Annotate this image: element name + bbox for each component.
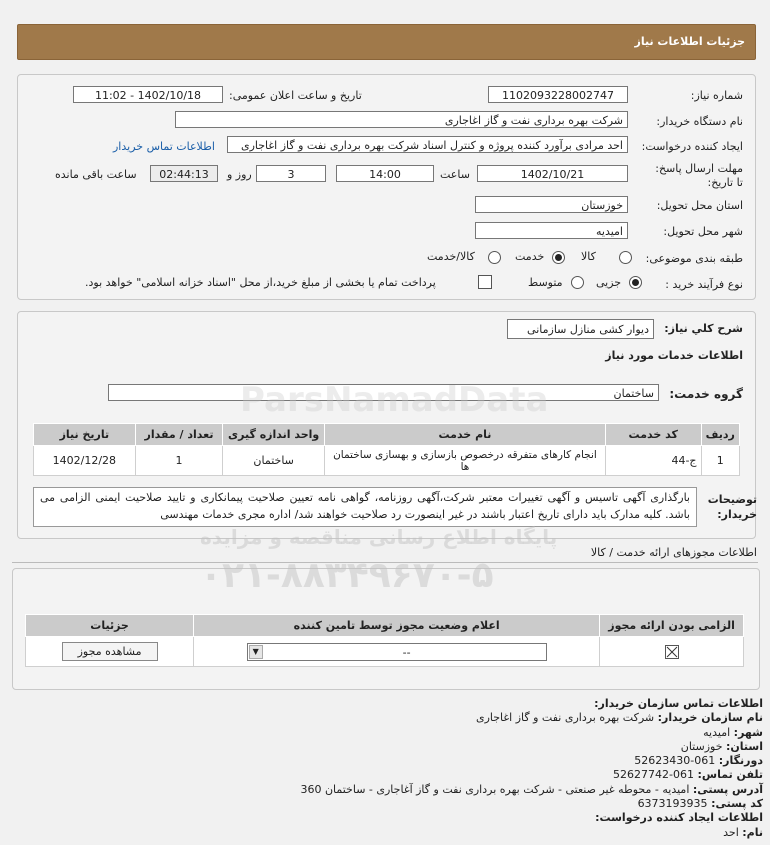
category-service-radio[interactable]	[552, 251, 565, 264]
need-number-label: شماره نیاز:	[690, 89, 743, 102]
day-suffix-label: روز و	[227, 168, 252, 181]
cell-date: 1402/12/28	[33, 445, 136, 476]
fax-label: دورنگار:	[718, 754, 763, 768]
col-code: کد خدمت	[604, 423, 702, 446]
deadline-date-field: 1402/10/21	[477, 165, 628, 182]
cell-permit-details: مشاهده مجوز	[24, 636, 195, 667]
contact-city-label: شهر:	[733, 725, 763, 739]
contact-city-value: امیدیه	[703, 725, 731, 739]
category-goods-label: کالا	[581, 250, 596, 263]
contact-section: اطلاعات تماس سازمان خریدار: نام سازمان خ…	[300, 697, 763, 840]
deadline-label: مهلت ارسال پاسخ: تا تاریخ:	[655, 162, 743, 189]
service-group-field: ساختمان	[108, 384, 659, 401]
process-medium-radio[interactable]	[571, 276, 584, 289]
cell-unit: ساختمان	[222, 445, 325, 476]
days-field: 3	[256, 165, 326, 182]
services-table-header: ردیف کد خدمت نام خدمت واحد اندازه گیری ت…	[33, 423, 741, 446]
cell-permit-required	[599, 636, 744, 667]
announce-label: تاریخ و ساعت اعلان عمومی:	[229, 89, 362, 102]
postal-label: کد پستی:	[711, 797, 763, 811]
col-name: نام خدمت	[324, 423, 606, 446]
permit-status-value: --	[402, 645, 411, 659]
cell-permit-status: -- ▼	[193, 636, 601, 667]
need-info-panel	[17, 74, 756, 300]
phone-label: تلفن تماس:	[697, 768, 763, 782]
cell-quantity: 1	[134, 445, 224, 476]
creator-name-label: نام:	[742, 825, 763, 839]
col-permit-details: جزئیات	[24, 614, 195, 637]
page-header: جزئیات اطلاعات نیاز	[17, 24, 756, 60]
permits-table: الزامی بودن ارائه مجوز اعلام وضعیت مجوز …	[24, 614, 744, 667]
summary-label: شرح کلي نیاز:	[664, 322, 743, 335]
phone-value: 061-52627742	[613, 768, 695, 782]
province-field: خوزستان	[475, 196, 628, 213]
process-label: نوع فرآیند خرید :	[665, 278, 743, 291]
treasury-payment-checkbox[interactable]	[478, 275, 492, 289]
process-partial-radio[interactable]	[629, 276, 642, 289]
category-service-label: خدمت	[515, 250, 545, 263]
org-value: شرکت بهره برداری نفت و گاز اغاجاری	[475, 711, 655, 725]
city-label: شهر محل تحویل:	[663, 225, 743, 238]
creator-label: ایجاد کننده درخواست:	[641, 140, 743, 153]
permit-required-checkbox-icon	[664, 644, 679, 659]
permits-table-header: الزامی بودن ارائه مجوز اعلام وضعیت مجوز …	[24, 614, 744, 637]
creator-field: احد مرادی برآورد کننده پروژه و کنترل اسن…	[227, 136, 628, 153]
address-value: امیدیه - محوطه غیر صنعتی - شرکت بهره برد…	[300, 782, 690, 796]
remaining-label: ساعت باقی مانده	[55, 168, 137, 181]
buyer-label: نام دستگاه خریدار:	[656, 115, 743, 128]
postal-value: 6373193935	[637, 797, 708, 811]
org-label: نام سازمان خریدار:	[657, 711, 763, 725]
remaining-time-field: 02:44:13	[150, 165, 218, 182]
category-both-label: کالا/خدمت	[427, 250, 475, 263]
buyer-notes-field: بارگذاری آگهی تاسیس و آگهی تغییرات معتبر…	[33, 487, 697, 527]
deadline-time-field: 14:00	[336, 165, 434, 182]
page-title: جزئیات اطلاعات نیاز	[634, 35, 746, 48]
announce-field: 1402/10/18 - 11:02	[73, 86, 223, 103]
chevron-down-icon[interactable]: ▼	[248, 644, 263, 659]
contact-province-label: استان:	[726, 739, 763, 753]
permit-status-select[interactable]: -- ▼	[246, 642, 547, 661]
process-partial-label: جزیی	[596, 276, 622, 289]
address-label: آدرس پستی:	[692, 782, 763, 796]
category-label: طبقه بندی موضوعی:	[645, 252, 743, 265]
buyer-notes-label: توضیحات خریدار:	[707, 493, 757, 521]
summary-field: دیوار کشی منازل سازمانی	[507, 319, 654, 339]
cell-row: 1	[700, 445, 741, 476]
buyer-contact-link[interactable]: اطلاعات تماس خریدار	[113, 140, 215, 153]
permits-title: اطلاعات مجوزهای ارائه خدمت / کالا	[590, 546, 757, 559]
city-field: امیدیه	[475, 222, 628, 239]
col-permit-status: اعلام وضعیت مجوز توسط تامین کننده	[193, 614, 601, 637]
col-quantity: تعداد / مقدار	[134, 423, 224, 446]
services-title: اطلاعات خدمات مورد نیاز	[605, 349, 743, 362]
creator-info-title: اطلاعات ایجاد کننده درخواست:	[595, 811, 763, 825]
province-label: استان محل تحویل:	[656, 199, 743, 212]
cell-name: انجام کارهای متفرقه درخصوص بازسازی و بهس…	[324, 445, 606, 476]
col-date: تاریخ نیاز	[33, 423, 136, 446]
category-goods-radio[interactable]	[619, 251, 632, 264]
table-row: 1 ج-44 انجام کارهای متفرقه درخصوص بازساز…	[33, 445, 741, 476]
fax-value: 061-52623430	[634, 754, 716, 768]
table-row: -- ▼ مشاهده مجوز	[24, 636, 744, 667]
category-both-radio[interactable]	[488, 251, 501, 264]
buyer-field: شرکت بهره برداری نفت و گاز اغاجاری	[175, 111, 628, 128]
contact-province-value: خوزستان	[680, 739, 723, 753]
time-label: ساعت	[440, 168, 470, 181]
cell-code: ج-44	[604, 445, 702, 476]
creator-name-value: احد	[723, 825, 739, 839]
need-number-field: 1102093228002747	[488, 86, 628, 103]
col-unit: واحد اندازه گیری	[222, 423, 325, 446]
process-medium-label: متوسط	[528, 276, 563, 289]
payment-note: پرداخت تمام یا بخشی از مبلغ خرید،از محل …	[85, 276, 436, 289]
contact-title: اطلاعات تماس سازمان خریدار:	[594, 697, 763, 710]
view-permit-button[interactable]: مشاهده مجوز	[61, 642, 158, 661]
col-permit-required: الزامی بودن ارائه مجوز	[599, 614, 744, 637]
service-group-label: گروه خدمت:	[669, 387, 743, 401]
col-row: ردیف	[700, 423, 741, 446]
services-table: ردیف کد خدمت نام خدمت واحد اندازه گیری ت…	[33, 423, 741, 476]
divider	[12, 562, 758, 563]
